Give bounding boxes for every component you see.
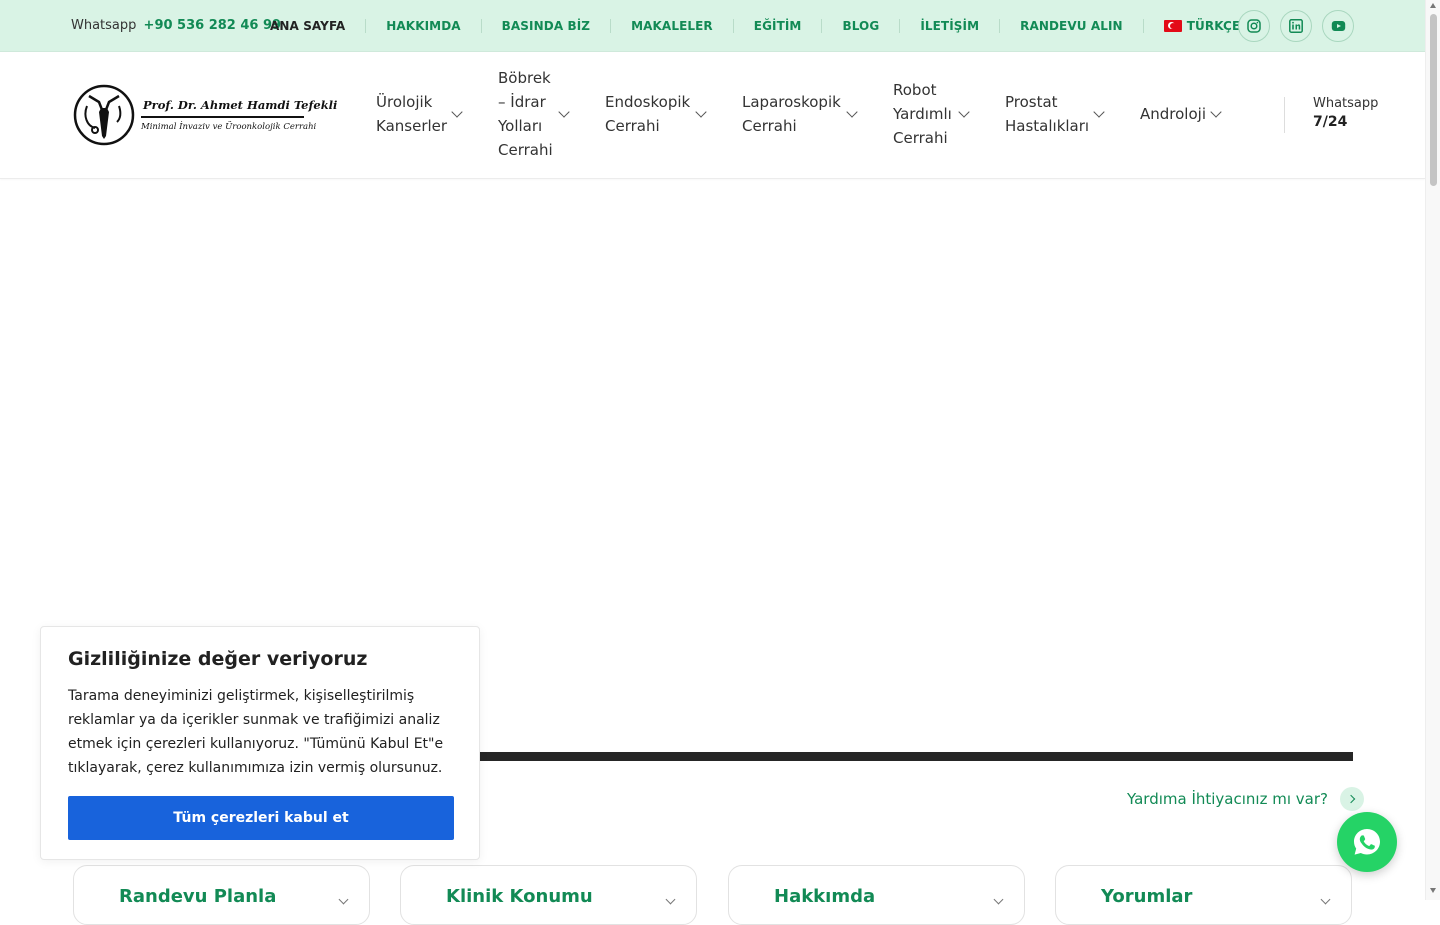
site-logo[interactable]: Prof. Dr. Ahmet Hamdi Tefekli Minimal İn… xyxy=(73,82,337,148)
doctor-logo-icon xyxy=(73,84,135,146)
turkey-flag-icon xyxy=(1163,20,1182,32)
nav-prostate-diseases[interactable]: Prostat Hastalıkları xyxy=(1005,90,1089,138)
logo-rule xyxy=(141,116,304,118)
top-nav: ANA SAYFA HAKKIMDA BASINDA BİZ MAKALELER… xyxy=(250,0,1282,52)
whatsapp-hours: 7/24 xyxy=(1313,114,1348,130)
main-header: Prof. Dr. Ahmet Hamdi Tefekli Minimal İn… xyxy=(0,52,1425,179)
chevron-down-icon xyxy=(451,106,463,118)
whatsapp-icon xyxy=(1354,829,1380,855)
whatsapp-float-button[interactable] xyxy=(1337,812,1397,872)
card-clinic-location[interactable]: Klinik Konumu xyxy=(400,865,697,925)
chevron-down-icon xyxy=(1093,106,1105,118)
nav-kidney-urinary-surgery[interactable]: Böbrek – İdrar Yolları Cerrahi xyxy=(498,66,553,162)
cookie-banner: Gizliliğinize değer veriyoruz Tarama den… xyxy=(40,626,480,860)
instagram-icon xyxy=(1247,19,1261,33)
page-scrollbar[interactable] xyxy=(1425,0,1440,900)
language-label: TÜRKÇE xyxy=(1186,19,1241,33)
card-reviews[interactable]: Yorumlar xyxy=(1055,865,1352,925)
card-title: Hakkımda xyxy=(774,886,876,907)
topnav-education[interactable]: EĞİTİM xyxy=(732,19,822,33)
instagram-link[interactable] xyxy=(1238,10,1270,42)
linkedin-link[interactable] xyxy=(1280,10,1312,42)
topnav-contact[interactable]: İLETİŞİM xyxy=(899,19,999,33)
topnav-appointment[interactable]: RANDEVU ALIN xyxy=(999,19,1143,33)
card-about[interactable]: Hakkımda xyxy=(728,865,1025,925)
nav-endoscopic-surgery[interactable]: Endoskopik Cerrahi xyxy=(605,90,690,138)
nav-urologic-cancers[interactable]: Ürolojik Kanserler xyxy=(376,90,447,138)
topnav-about[interactable]: HAKKIMDA xyxy=(365,19,480,33)
help-text: Yardıma İhtiyacınız mı var? xyxy=(1127,790,1328,808)
scroll-down-icon[interactable] xyxy=(1430,888,1436,893)
chevron-down-icon xyxy=(695,106,707,118)
whatsapp-label: Whatsapp xyxy=(1313,96,1379,111)
help-link[interactable]: Yardıma İhtiyacınız mı var? xyxy=(1127,787,1364,811)
topnav-blog[interactable]: BLOG xyxy=(821,19,899,33)
whatsapp-label: Whatsapp xyxy=(71,18,137,33)
topnav-home[interactable]: ANA SAYFA xyxy=(250,19,365,33)
youtube-link[interactable] xyxy=(1322,10,1354,42)
chevron-down-icon xyxy=(1210,106,1222,118)
whatsapp-24-7[interactable]: Whatsapp 7/24 xyxy=(1313,96,1378,130)
linkedin-icon xyxy=(1289,19,1303,33)
chevron-down-icon xyxy=(958,106,970,118)
accept-all-cookies-button[interactable]: Tüm çerezleri kabul et xyxy=(68,796,454,840)
nav-laparoscopic-surgery[interactable]: Laparoskopik Cerrahi xyxy=(742,90,841,138)
card-title: Yorumlar xyxy=(1101,886,1193,907)
card-appointment[interactable]: Randevu Planla xyxy=(73,865,370,925)
card-title: Klinik Konumu xyxy=(446,886,593,907)
scrollbar-thumb[interactable] xyxy=(1430,14,1437,186)
logo-subtitle: Minimal İnvaziv ve Üroonkolojik Cerrahi xyxy=(141,122,317,132)
card-title: Randevu Planla xyxy=(119,886,277,907)
topnav-articles[interactable]: MAKALELER xyxy=(610,19,733,33)
header-divider xyxy=(1284,97,1285,133)
top-bar: Whatsapp +90 536 282 46 99 ANA SAYFA HAK… xyxy=(0,0,1425,52)
social-links xyxy=(1238,10,1354,42)
nav-andrology[interactable]: Androloji xyxy=(1140,102,1206,126)
cookie-body: Tarama deneyiminizi geliştirmek, kişisel… xyxy=(68,688,444,776)
cookie-title: Gizliliğinize değer veriyoruz xyxy=(68,648,368,670)
chevron-down-icon xyxy=(558,106,570,118)
logo-name: Prof. Dr. Ahmet Hamdi Tefekli xyxy=(143,98,338,112)
youtube-icon xyxy=(1331,21,1345,31)
chevron-right-icon xyxy=(1339,787,1364,811)
nav-robotic-surgery[interactable]: Robot Yardımlı Cerrahi xyxy=(893,78,952,150)
chevron-down-icon xyxy=(846,106,858,118)
scroll-up-icon[interactable] xyxy=(1430,3,1436,8)
topnav-press[interactable]: BASINDA BİZ xyxy=(480,19,610,33)
